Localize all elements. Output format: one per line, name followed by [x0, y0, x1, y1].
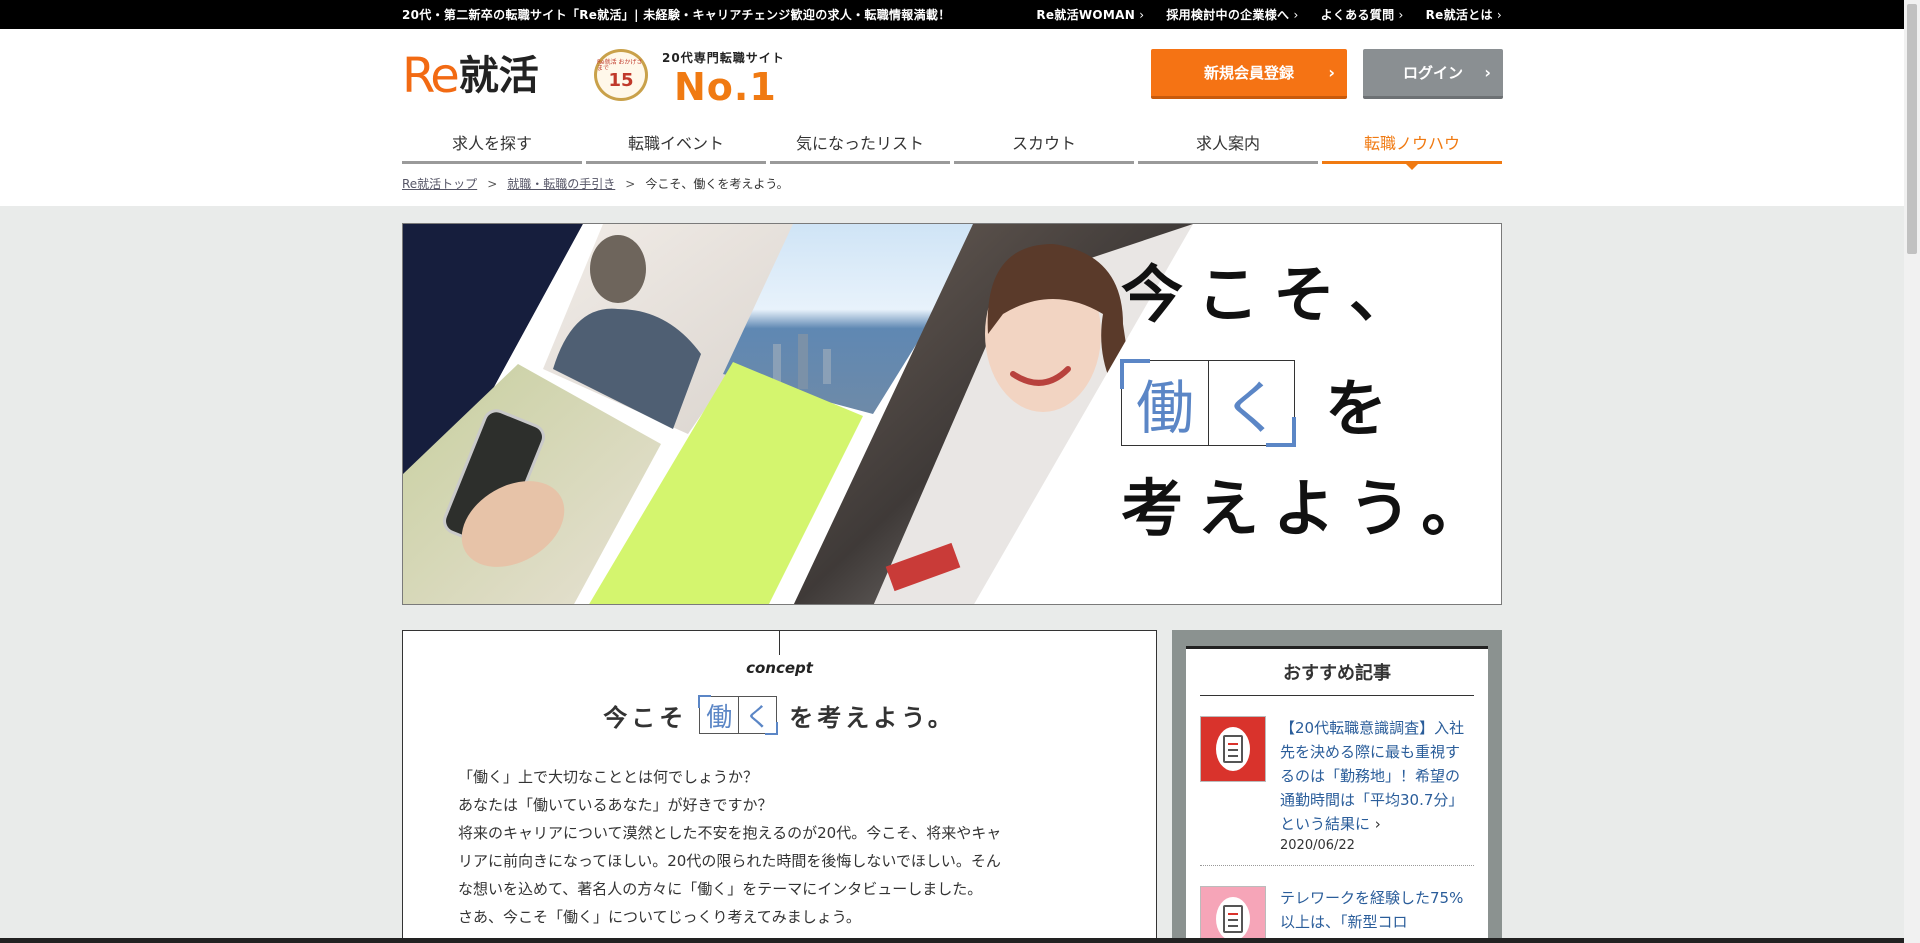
- article-date: 2020/06/22: [1280, 838, 1355, 853]
- concept-kanji-box: 働 く: [698, 695, 779, 735]
- page-scrollbar[interactable]: [1904, 0, 1920, 943]
- article-item[interactable]: テレワークを経験した75%以上は、「新型コロ: [1200, 866, 1474, 943]
- breadcrumb-section[interactable]: 就職・転職の手引き: [507, 175, 615, 192]
- breadcrumb-separator: >: [625, 176, 636, 191]
- concept-body: 「働く」上で大切なこととは何でしょうか？ あなたは「働いているあなた」が好きです…: [458, 763, 1098, 931]
- concept-line: あなたは「働いているあなた」が好きですか？: [458, 796, 773, 814]
- anniversary-badge: Re就活 おかげさまで 15: [594, 49, 648, 101]
- top-bar: 20代・第二新卒の転職サイト「Re就活」| 未経験・キャリアチェンジ歓迎の求人・…: [0, 0, 1904, 29]
- topbar-link-about[interactable]: Re就活とは: [1426, 6, 1502, 23]
- hero-kanji-1: 働: [1135, 374, 1194, 442]
- concept-line: 「働く」上で大切なこととは何でしょうか？: [458, 768, 759, 786]
- site-logo[interactable]: Re 就活: [402, 51, 539, 101]
- article-thumbnail[interactable]: [1200, 716, 1266, 782]
- login-button-label: ログイン: [1402, 64, 1463, 82]
- divider: [779, 631, 780, 655]
- bottom-strip: [0, 938, 1904, 943]
- register-button-label: 新規会員登録: [1203, 64, 1294, 82]
- hero-headline: 今こそ、 働 く を 考えよう。: [1120, 258, 1498, 545]
- topbar-link-recruiters[interactable]: 採用検討中の企業様へ: [1166, 6, 1298, 23]
- concept-label: concept: [746, 659, 813, 677]
- nav-item-saved-list[interactable]: 気になったリスト: [770, 123, 950, 164]
- site-tagline: 20代・第二新卒の転職サイト「Re就活」| 未経験・キャリアチェンジ歓迎の求人・…: [402, 8, 951, 22]
- article-thumbnail[interactable]: [1200, 886, 1266, 943]
- hero-banner: 今こそ、 働 く を 考えよう。: [402, 223, 1502, 605]
- sidebar-title: おすすめ記事: [1200, 649, 1474, 696]
- chevron-right-icon: ›: [1484, 63, 1491, 82]
- hero-kanji-box: 働 く: [1120, 359, 1296, 447]
- concept-title: 今こそ 働 く を考えよう。: [403, 695, 1156, 735]
- main-nav: 求人を探す 転職イベント 気になったリスト スカウト 求人案内 転職ノウハウ: [402, 123, 1502, 170]
- logo-re: Re: [402, 48, 460, 104]
- concept-line: 将来のキャリアについて漠然とした不安を抱えるのが20代。今こそ、将来やキャ: [458, 824, 1002, 842]
- concept-line: な想いを込めて、著名人の方々に「働く」をテーマにインタビューしました。: [458, 880, 983, 898]
- logo-jp: 就活: [458, 52, 539, 99]
- nav-item-scout[interactable]: スカウト: [954, 123, 1134, 164]
- concept-card: concept 今こそ 働 く を考えよう。 「働く」上で大切なこととは何でしょ…: [402, 630, 1157, 943]
- breadcrumb-current: 今こそ、働くを考えよう。: [645, 177, 789, 191]
- hero-line-1: 今こそ、: [1121, 258, 1426, 331]
- recommended-sidebar: おすすめ記事 【20代転職意識調査】入社先を決める際に最も重視するのは「勤務地」…: [1172, 630, 1502, 943]
- login-button[interactable]: ログイン ›: [1363, 49, 1503, 99]
- topbar-link-woman[interactable]: Re就活WOMAN: [1036, 6, 1144, 23]
- breadcrumb: Re就活トップ > 就職・転職の手引き > 今こそ、働くを考えよう。: [402, 175, 789, 192]
- article-item[interactable]: 【20代転職意識調査】入社先を決める際に最も重視するのは「勤務地」！希望の通勤時…: [1200, 696, 1474, 866]
- nav-item-job-guide[interactable]: 求人案内: [1138, 123, 1318, 164]
- topbar-links: Re就活WOMAN 採用検討中の企業様へ よくある質問 Re就活とは: [1036, 6, 1502, 23]
- document-icon: [1216, 897, 1250, 941]
- chevron-right-icon: ›: [1370, 815, 1381, 833]
- topbar-link-faq[interactable]: よくある質問: [1321, 6, 1404, 23]
- chevron-right-icon: ›: [1328, 63, 1335, 82]
- concept-line: リアに前向きになってほしい。20代の限られた時間を後悔しないでほしい。そん: [458, 852, 1001, 870]
- hero-kanji-2: く: [1208, 361, 1294, 445]
- no1-text: No.1: [674, 65, 777, 109]
- nav-item-job-search[interactable]: 求人を探す: [402, 123, 582, 164]
- hero-particle-wo: を: [1325, 372, 1388, 445]
- no1-claim: 20代専門転職サイト No.1: [662, 49, 785, 106]
- no1-subtitle: 20代専門転職サイト: [662, 51, 785, 65]
- concept-title-suffix: を考えよう。: [789, 703, 956, 732]
- concept-title-prefix: 今こそ: [603, 703, 688, 732]
- nav-item-events[interactable]: 転職イベント: [586, 123, 766, 164]
- concept-kanji-2: く: [738, 697, 776, 733]
- nav-item-knowhow[interactable]: 転職ノウハウ: [1322, 123, 1502, 170]
- badge-number: 15: [608, 70, 634, 91]
- hero-line-3: 考えよう。: [1121, 472, 1498, 545]
- article-link[interactable]: 【20代転職意識調査】入社先を決める際に最も重視するのは「勤務地」！希望の通勤時…: [1280, 716, 1474, 836]
- concept-kanji-1: 働: [706, 702, 733, 733]
- concept-line: さあ、今こそ「働く」についてじっくり考えてみましょう。: [458, 908, 861, 926]
- scrollbar-thumb[interactable]: [1907, 4, 1917, 254]
- breadcrumb-separator: >: [487, 176, 498, 191]
- breadcrumb-home[interactable]: Re就活トップ: [402, 175, 477, 192]
- site-header: Re 就活 Re就活 おかげさまで 15 20代専門転職サイト No.1 新規会…: [0, 29, 1904, 206]
- man-head: [590, 235, 646, 303]
- article-title: テレワークを経験した75%以上は、「新型コロ: [1280, 889, 1464, 931]
- article-link[interactable]: テレワークを経験した75%以上は、「新型コロ: [1280, 886, 1474, 934]
- document-icon: [1216, 727, 1250, 771]
- register-button[interactable]: 新規会員登録 ›: [1151, 49, 1347, 99]
